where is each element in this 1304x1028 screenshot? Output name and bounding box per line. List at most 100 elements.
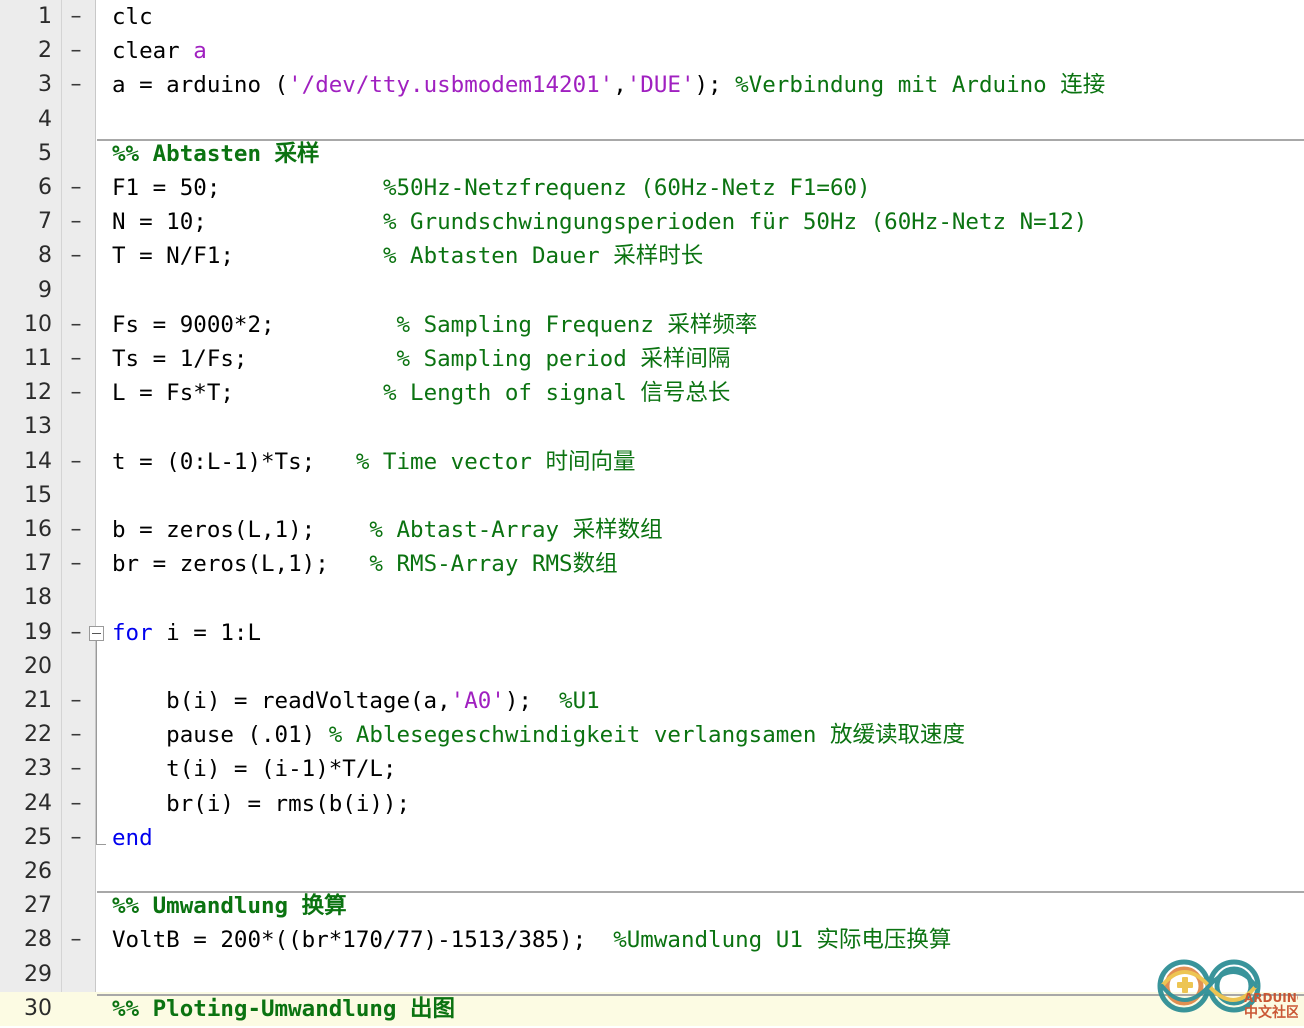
code-line-text: br = zeros(L,1); % RMS-Array RMS数组 (112, 547, 618, 581)
code-line-text: clear a (112, 34, 207, 68)
code-line[interactable]: 16– b = zeros(L,1); % Abtast-Array 采样数组 (0, 513, 1304, 547)
executable-line-marker[interactable]: – (68, 547, 84, 581)
code-token-string: '/dev/tty.usbmodem14201' (288, 72, 614, 99)
code-line[interactable]: 27 %% Umwandlung 换算 (0, 889, 1304, 923)
line-number: 18 (24, 585, 52, 611)
executable-line-marker[interactable]: – (68, 68, 84, 102)
code-token-plain: br = zeros(L,1); (112, 551, 370, 578)
code-line[interactable]: 15 (0, 479, 1304, 513)
executable-line-marker[interactable]: – (68, 342, 84, 376)
code-token-comment: %Verbindung mit Arduino 连接 (735, 72, 1106, 99)
code-line-text: clc (112, 0, 153, 34)
code-token-comment: % Time vector 时间向量 (355, 448, 636, 475)
line-number: 26 (24, 859, 52, 884)
code-token-comment: % Sampling Frequenz 采样频率 (396, 311, 758, 338)
executable-line-marker[interactable]: – (68, 0, 84, 34)
code-line-text: Fs = 9000*2; % Sampling Frequenz 采样频率 (112, 308, 757, 342)
code-line[interactable]: 9 (0, 274, 1304, 308)
code-token-plain: Ts = 1/Fs; (112, 346, 397, 372)
code-token-section: %% Ploting-Umwandlung 出图 (112, 995, 456, 1022)
code-line[interactable]: 19– for i = 1:L (0, 616, 1304, 650)
code-line[interactable]: 28– VoltB = 200*((br*170/77)-1513/385); %… (0, 923, 1304, 957)
code-token-plain: br(i) = rms(b(i)); (112, 790, 411, 817)
code-token-plain: L = Fs*T; (112, 380, 383, 407)
code-line[interactable]: 14– t = (0:L-1)*Ts; % Time vector 时间向量 (0, 445, 1304, 479)
line-number: 14 (24, 448, 52, 474)
line-number: 29 (24, 961, 52, 987)
code-line[interactable]: 1– clc (0, 0, 1304, 34)
line-number: 6 (38, 175, 52, 200)
code-line[interactable]: 5 %% Abtasten 采样 (0, 137, 1304, 171)
code-token-plain: , (613, 72, 627, 99)
code-token-comment: % Abtast-Array 采样数组 (369, 517, 663, 543)
executable-line-marker[interactable]: – (68, 34, 84, 68)
line-number: 23 (24, 756, 52, 782)
line-number: 24 (24, 790, 52, 816)
code-token-comment: %Umwandlung U1 实际电压换算 (613, 927, 952, 954)
code-line[interactable]: 24– br(i) = rms(b(i)); (0, 787, 1304, 821)
code-token-comment: % RMS-Array RMS数组 (369, 551, 618, 578)
code-line[interactable]: 29 (0, 958, 1304, 992)
code-line[interactable]: 20 (0, 650, 1304, 684)
executable-line-marker[interactable]: – (68, 718, 84, 752)
code-line-text: %% Umwandlung 换算 (112, 889, 347, 923)
executable-line-marker[interactable]: – (68, 513, 84, 547)
executable-line-marker[interactable]: – (68, 684, 84, 718)
code-line[interactable]: 17– br = zeros(L,1); % RMS-Array RMS数组 (0, 547, 1304, 581)
executable-line-marker[interactable]: – (68, 616, 84, 650)
code-line[interactable]: 10– Fs = 9000*2; % Sampling Frequenz 采样频率 (0, 308, 1304, 342)
executable-line-marker[interactable]: – (68, 205, 84, 239)
code-line[interactable]: 23– t(i) = (i-1)*T/L; (0, 752, 1304, 786)
code-fold-collapse-icon[interactable] (89, 625, 104, 641)
code-line[interactable]: 11– Ts = 1/Fs; % Sampling period 采样间隔 (0, 342, 1304, 376)
line-number: 13 (24, 414, 52, 440)
code-line-text: N = 10; % Grundschwingungsperioden für 5… (112, 205, 1087, 239)
executable-line-marker[interactable]: – (68, 787, 84, 821)
line-number: 15 (24, 482, 52, 508)
code-line[interactable]: 30 %% Ploting-Umwandlung 出图 (0, 991, 1304, 1026)
code-line[interactable]: 22– pause (.01) % Ablesegeschwindigkeit … (0, 718, 1304, 752)
code-line-text: pause (.01) % Ablesegeschwindigkeit verl… (112, 718, 965, 752)
line-number: 4 (38, 106, 52, 132)
code-line[interactable]: 2– clear a (0, 34, 1304, 68)
code-line[interactable]: 26 (0, 855, 1304, 889)
code-line[interactable]: 25– end (0, 821, 1304, 855)
executable-line-marker[interactable]: – (68, 239, 84, 273)
code-line-text: t = (0:L-1)*Ts; % Time vector 时间向量 (112, 445, 636, 479)
executable-line-marker[interactable]: – (68, 445, 84, 479)
code-line[interactable]: 12– L = Fs*T; % Length of signal 信号总长 (0, 376, 1304, 410)
code-token-string: a (193, 38, 207, 65)
executable-line-marker[interactable]: – (68, 752, 84, 786)
code-token-plain: ); (504, 688, 560, 714)
matlab-code-editor[interactable]: 1– clc 2– clear a 3– a = arduino ('/dev/tty.u… (0, 0, 1304, 1026)
code-line-text: %% Abtasten 采样 (112, 137, 320, 171)
code-line[interactable]: 6– F1 = 50; %50Hz-Netzfrequenz (60Hz-Netz… (0, 171, 1304, 205)
executable-line-marker[interactable]: – (68, 171, 84, 205)
code-line-text: br(i) = rms(b(i)); (112, 787, 410, 821)
code-token-plain: b = zeros(L,1); (112, 517, 370, 543)
code-line[interactable]: 8– T = N/F1; % Abtasten Dauer 采样时长 (0, 239, 1304, 273)
line-number: 11 (24, 346, 52, 371)
executable-line-marker[interactable]: – (68, 821, 84, 855)
executable-line-marker[interactable]: – (68, 923, 84, 957)
code-line-text: VoltB = 200*((br*170/77)-1513/385); %Umw… (112, 923, 951, 957)
executable-line-marker[interactable]: – (68, 308, 84, 342)
line-number: 16 (24, 517, 52, 542)
line-number: 3 (38, 72, 52, 98)
code-line[interactable]: 21– b(i) = readVoltage(a,'A0'); %U1 (0, 684, 1304, 718)
code-token-plain: clc (112, 4, 153, 30)
line-number: 5 (38, 140, 52, 166)
code-line-text: b = zeros(L,1); % Abtast-Array 采样数组 (112, 513, 663, 547)
code-token-comment: % Ablesegeschwindigkeit verlangsamen 放缓读… (328, 722, 965, 749)
code-token-comment: %50Hz-Netzfrequenz (60Hz-Netz F1=60) (382, 175, 871, 201)
code-line[interactable]: 7– N = 10; % Grundschwingungsperioden für… (0, 205, 1304, 239)
code-line[interactable]: 18 (0, 581, 1304, 615)
line-number: 19 (24, 619, 52, 645)
line-number: 2 (38, 38, 52, 64)
code-token-section: %% Abtasten 采样 (112, 140, 320, 167)
executable-line-marker[interactable]: – (68, 376, 84, 410)
code-line[interactable]: 13 (0, 410, 1304, 444)
code-line[interactable]: 3– a = arduino ('/dev/tty.usbmodem14201',… (0, 68, 1304, 102)
code-line[interactable]: 4 (0, 103, 1304, 137)
code-token-plain: pause (.01) (112, 722, 329, 749)
